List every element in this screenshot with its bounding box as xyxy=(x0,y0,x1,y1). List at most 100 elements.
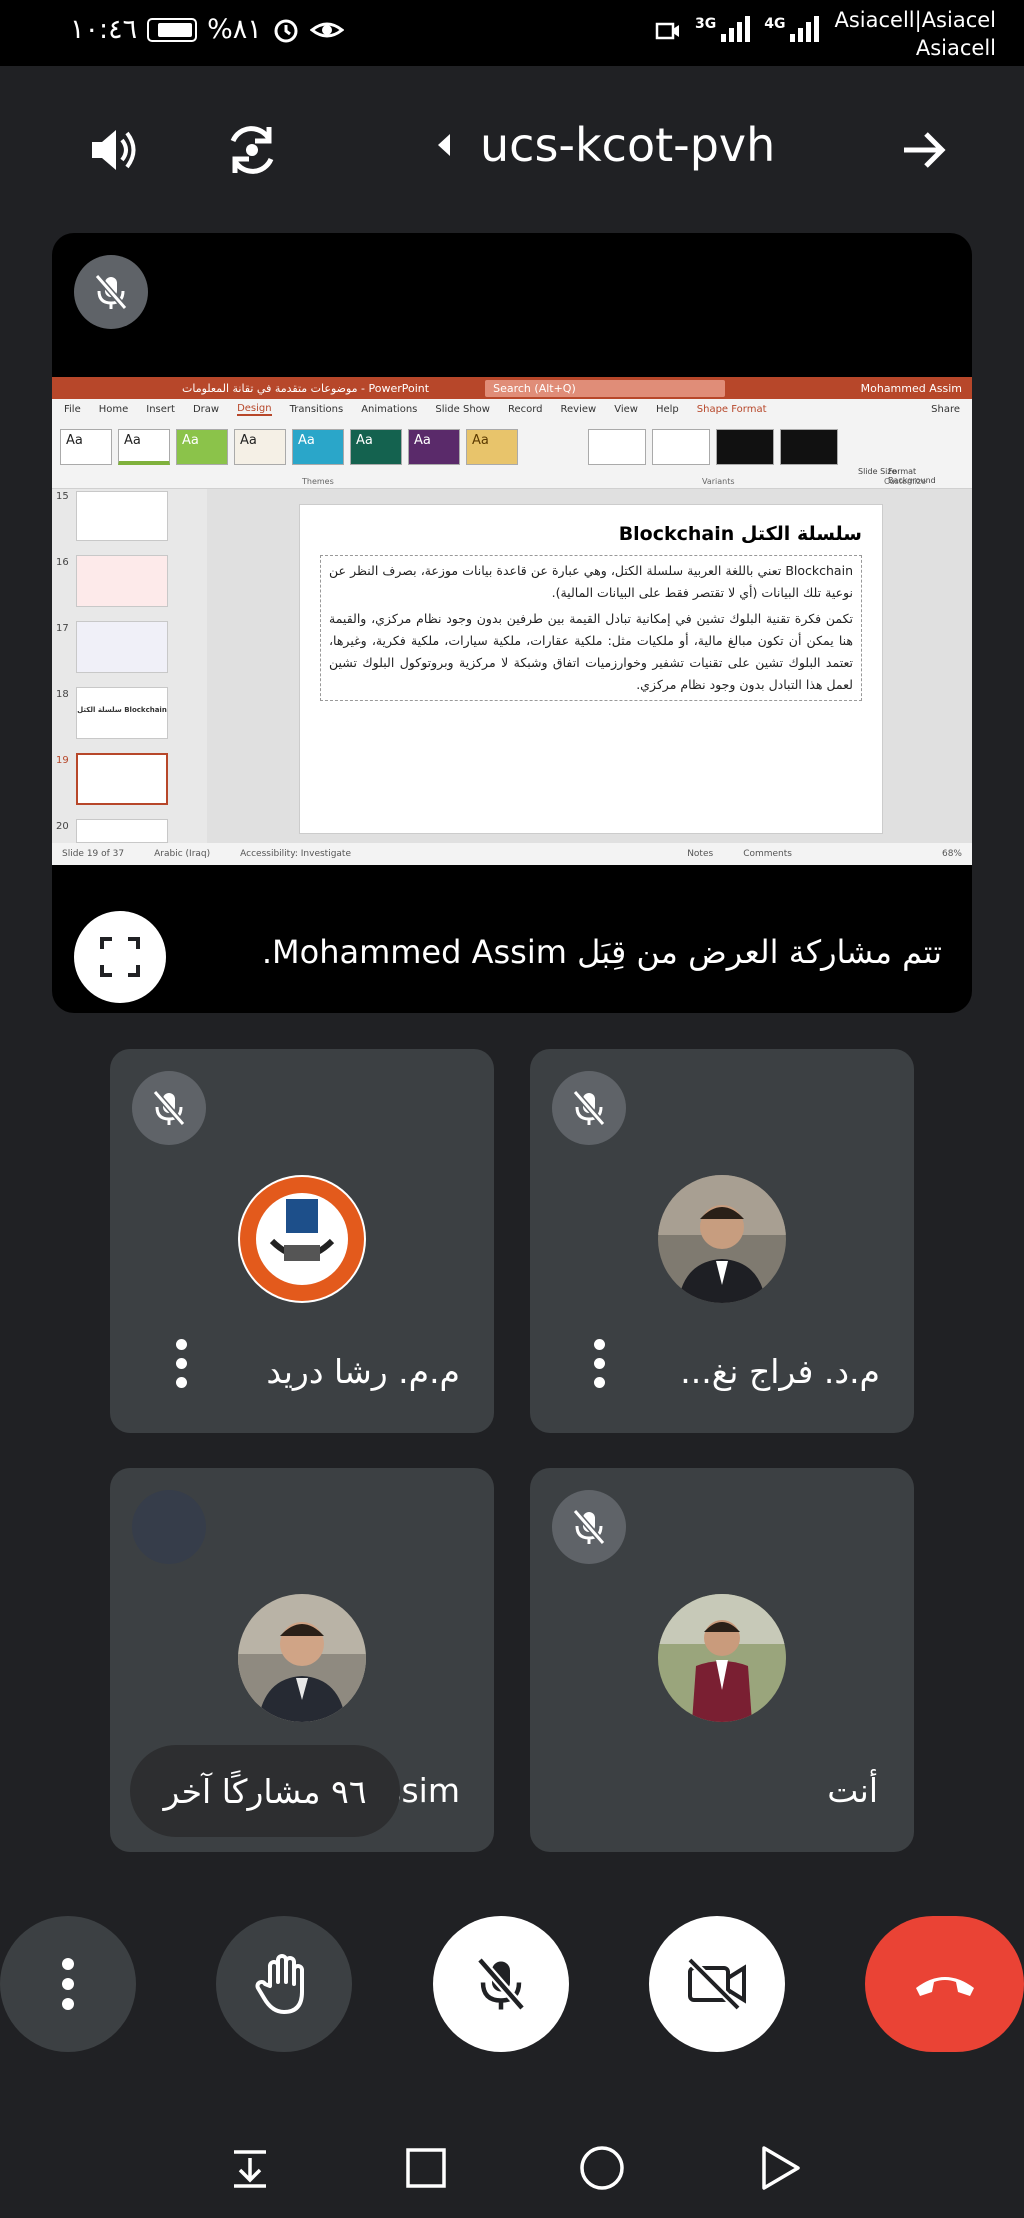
signal-3g-icon: 3G xyxy=(695,16,751,42)
slide-number: 18 xyxy=(56,689,69,700)
variant-thumbnail xyxy=(716,429,774,465)
ppt-tab-draw: Draw xyxy=(192,403,220,415)
ppt-group-variants: Variants xyxy=(702,477,735,486)
fullscreen-button[interactable] xyxy=(74,911,166,1003)
speaker-icon xyxy=(92,130,136,170)
ppt-title-bar: موضوعات متقدمة في تقانة المعلومات - Powe… xyxy=(52,377,972,399)
status-left: ١٠:٤٦ %٨١ xyxy=(70,14,344,45)
slide-number: 17 xyxy=(56,623,69,634)
theme-thumbnail: Aa xyxy=(292,429,344,465)
ppt-tab-home: Home xyxy=(98,403,129,415)
ppt-ribbon: Aa Aa Aa Aa Aa Aa Aa Aa Slide Size Forma… xyxy=(52,419,972,489)
circle-icon xyxy=(580,2146,624,2190)
status-zoom: 68% xyxy=(941,849,962,859)
ppt-tab-animations: Animations xyxy=(361,403,418,415)
theme-thumbnail: Aa xyxy=(176,429,228,465)
switch-camera-button[interactable] xyxy=(218,116,286,184)
speaker-button[interactable] xyxy=(82,118,146,182)
meeting-code-button[interactable]: ucs-kcot-pvh xyxy=(438,118,775,172)
camera-off-icon xyxy=(687,1957,746,2011)
fullscreen-icon xyxy=(100,937,140,977)
nav-notification-button[interactable] xyxy=(222,2140,278,2196)
slide-editing-canvas: سلسلة الكتل Blockchain Blockchain تعني ب… xyxy=(207,489,972,843)
participant-tile[interactable]: م.م. رشا دريد xyxy=(110,1049,494,1433)
presentation-tile[interactable]: موضوعات متقدمة في تقانة المعلومات - Powe… xyxy=(52,233,972,1013)
android-nav-bar xyxy=(0,2118,1024,2218)
slide-thumbnail xyxy=(76,491,168,541)
presenting-by-label: تتم مشاركة العرض من قِبَل Mohammed Assim… xyxy=(261,933,942,971)
participant-menu-button[interactable] xyxy=(174,1339,188,1388)
participant-name: م.د. فراج نغ... xyxy=(680,1352,880,1391)
ppt-group-themes: Themes xyxy=(302,477,334,486)
theme-thumbnail: Aa xyxy=(234,429,286,465)
avatar xyxy=(658,1175,786,1303)
hand-icon xyxy=(255,1954,304,2014)
muted-badge xyxy=(132,1071,206,1145)
slide-thumbnail: سلسلة الكتل Blockchain xyxy=(76,687,168,739)
ppt-tab-slideshow: Slide Show xyxy=(435,403,490,415)
ppt-tab-record: Record xyxy=(507,403,543,415)
participant-tile-self[interactable]: أنت xyxy=(530,1468,914,1852)
other-participants-chip[interactable]: ٩٦ مشاركًا آخر xyxy=(130,1745,400,1837)
slide-thumbnail-pane: 15 16 17 18 سلسلة الكتل Blockchain 19 20 xyxy=(52,489,207,843)
current-slide: سلسلة الكتل Blockchain Blockchain تعني ب… xyxy=(299,504,883,834)
participant-tile[interactable]: م.د. فراج نغ... xyxy=(530,1049,914,1433)
ppt-status-bar: Slide 19 of 37 Arabic (Iraq) Accessibili… xyxy=(52,843,972,865)
slide-title: سلسلة الكتل Blockchain xyxy=(618,523,862,545)
more-vert-icon xyxy=(62,1958,74,2010)
slide-thumbnail xyxy=(76,621,168,673)
ppt-tab-review: Review xyxy=(560,403,597,415)
ppt-user-name: Mohammed Assim xyxy=(860,381,962,395)
slide-thumbnail xyxy=(76,819,168,843)
mic-off-icon xyxy=(152,1090,186,1126)
university-logo-avatar xyxy=(240,1177,364,1301)
slide-bullet: تكمن فكرة تقنية البلوك تشين في إمكانية ت… xyxy=(329,611,853,692)
slide-body: Blockchain تعني باللغة العربية سلسلة الك… xyxy=(320,555,862,701)
carrier-name: Asiacell|Asiacel Asiacell xyxy=(834,8,996,60)
nav-home-button[interactable] xyxy=(574,2140,630,2196)
ppt-group-customize: Customize xyxy=(884,477,926,486)
ppt-tab-transitions: Transitions xyxy=(289,403,344,415)
variant-thumbnail xyxy=(588,429,646,465)
theme-thumbnail: Aa xyxy=(118,429,170,465)
slide-number: 20 xyxy=(56,821,69,832)
leave-call-button[interactable] xyxy=(865,1916,1024,2052)
pull-down-icon xyxy=(234,2150,266,2188)
nav-recents-button[interactable] xyxy=(398,2140,454,2196)
cast-icon xyxy=(655,22,679,40)
triangle-back-icon xyxy=(762,2146,800,2190)
more-options-button[interactable] xyxy=(0,1916,136,2052)
muted-badge xyxy=(552,1490,626,1564)
avatar xyxy=(238,1594,366,1722)
mic-off-icon xyxy=(476,1957,526,2011)
battery-icon xyxy=(147,17,198,42)
camera-toggle-button[interactable] xyxy=(649,1916,785,2052)
presenter-muted-badge xyxy=(74,255,148,329)
variant-thumbnail xyxy=(780,429,838,465)
ppt-tab-design: Design xyxy=(237,402,272,416)
nav-back-button[interactable] xyxy=(752,2140,808,2196)
square-icon xyxy=(406,2148,446,2188)
theme-thumbnail: Aa xyxy=(350,429,402,465)
raise-hand-button[interactable] xyxy=(216,1916,352,2052)
ppt-tab-shape-format: Shape Format xyxy=(696,403,767,415)
meeting-top-bar: ucs-kcot-pvh xyxy=(0,90,1024,210)
forward-arrow-button[interactable] xyxy=(892,118,956,182)
person-photo-avatar xyxy=(658,1594,786,1722)
slide-number: 16 xyxy=(56,557,69,568)
switch-camera-icon xyxy=(230,126,274,174)
theme-thumbnail: Aa xyxy=(408,429,460,465)
ppt-tab-view: View xyxy=(614,403,638,415)
hidden-badge xyxy=(132,1490,206,1564)
meeting-code: ucs-kcot-pvh xyxy=(480,118,776,172)
mic-off-icon xyxy=(572,1509,606,1545)
presentation-footer: تتم مشاركة العرض من قِبَل Mohammed Assim… xyxy=(52,893,972,1013)
arrow-right-icon xyxy=(904,132,946,168)
person-photo-avatar xyxy=(658,1175,786,1303)
microphone-toggle-button[interactable] xyxy=(433,1916,569,2052)
alarm-icon xyxy=(274,19,298,42)
participant-menu-button[interactable] xyxy=(592,1339,606,1388)
ppt-share-button: Share xyxy=(931,403,960,415)
mic-off-icon xyxy=(94,274,128,310)
status-bar: ١٠:٤٦ %٨١ 3G 4G Asiacell|Asiacel Asiacel… xyxy=(0,0,1024,66)
